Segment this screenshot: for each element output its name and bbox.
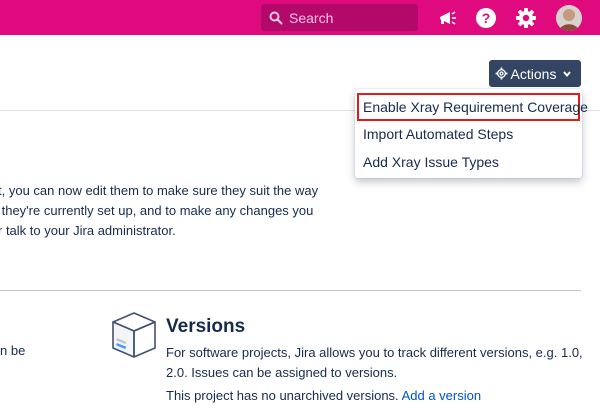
intro-line: they're currently set up, and to make an… xyxy=(0,203,314,218)
search-placeholder: Search xyxy=(289,9,334,26)
versions-description: For software projects, Jira allows you t… xyxy=(166,345,583,380)
help-icon[interactable]: ? xyxy=(475,7,497,29)
actions-button[interactable]: Actions xyxy=(489,60,581,87)
intro-line: r talk to your Jira administrator. xyxy=(0,223,176,238)
menu-item-add-xray-issue-types[interactable]: Add Xray Issue Types xyxy=(363,154,499,170)
versions-title: Versions xyxy=(166,316,246,337)
versions-note-text: This project has no unarchived versions. xyxy=(166,388,399,403)
actions-label: Actions xyxy=(510,65,557,82)
avatar[interactable] xyxy=(556,5,582,31)
left-column-text: n be xyxy=(0,343,26,358)
intro-line: t, you can now edit them to make sure th… xyxy=(0,183,319,198)
search-icon xyxy=(269,11,283,24)
gear-icon xyxy=(495,67,507,80)
section-divider xyxy=(0,290,581,291)
top-nav-bar: Search ? xyxy=(0,0,600,35)
versions-empty-note: This project has no unarchived versions.… xyxy=(166,388,481,403)
add-version-link[interactable]: Add a version xyxy=(402,388,482,403)
chevron-down-icon xyxy=(563,70,572,77)
intro-paragraph: t, you can now edit them to make sure th… xyxy=(0,181,368,241)
svg-text:?: ? xyxy=(482,10,491,26)
actions-dropdown-menu: Enable Xray Requirement Coverage Import … xyxy=(355,89,588,178)
menu-item-import-automated-steps[interactable]: Import Automated Steps xyxy=(363,126,513,142)
menu-item-enable-xray-requirement-coverage[interactable]: Enable Xray Requirement Coverage xyxy=(357,93,588,121)
box-icon xyxy=(112,312,156,358)
megaphone-icon[interactable] xyxy=(436,7,458,29)
gear-icon[interactable] xyxy=(515,7,537,29)
search-input[interactable]: Search xyxy=(261,4,418,31)
